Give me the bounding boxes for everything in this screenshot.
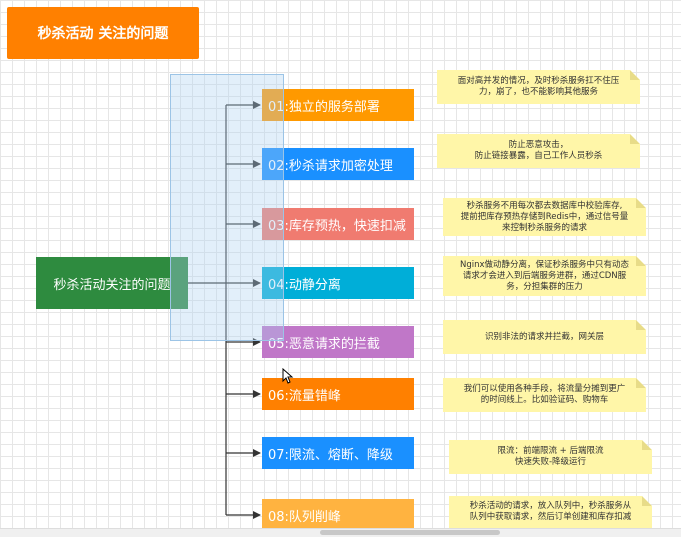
branch-label: 02:秒杀请求加密处理 — [268, 158, 393, 174]
scrollbar-thumb[interactable] — [320, 530, 500, 535]
note-line: 防止恶意攻击， — [508, 140, 569, 150]
note-8[interactable]: 秒杀活动的请求，放入队列中，秒杀服务从 队列中获取请求，然后订单创建和库存扣减 — [449, 496, 652, 528]
note-line: 快速失败-降级运行 — [514, 457, 587, 467]
note-line: 限流：前端限流 + 后端限流 — [497, 446, 604, 456]
note-7[interactable]: 限流：前端限流 + 后端限流 快速失败-降级运行 — [449, 440, 652, 474]
note-line: 秒杀活动的请求，放入队列中，秒杀服务从 — [469, 501, 632, 511]
note-line: 我们可以使用各种手段，将流量分摊到更广 — [463, 384, 626, 394]
branch-node-3[interactable]: 03:库存预热，快速扣减 — [262, 208, 414, 240]
branch-node-7[interactable]: 07:限流、熔断、降级 — [262, 437, 414, 469]
branch-label: 03:库存预热，快速扣减 — [268, 218, 406, 234]
branch-node-1[interactable]: 01:独立的服务部署 — [262, 89, 414, 121]
branch-label: 08:队列削峰 — [268, 509, 341, 525]
mouse-cursor-icon — [282, 368, 294, 384]
branch-label: 05:恶意请求的拦截 — [268, 336, 380, 352]
note-line: 识别非法的请求并拦截，网关层 — [484, 331, 604, 342]
note-line: 防止链接暴露，自己工作人员秒杀 — [474, 151, 603, 161]
branch-label: 07:限流、熔断、降级 — [268, 447, 393, 463]
note-line: Nginx做动静分离，保证秒杀服务中只有动态 — [459, 259, 630, 270]
note-line: 提前把库存预热存储到Redis中，通过信号量 — [460, 211, 629, 222]
branch-node-5[interactable]: 05:恶意请求的拦截 — [262, 326, 414, 358]
note-1[interactable]: 面对高并发的情况，及时秒杀服务扛不住压 力，崩了，也不能影响其他服务 — [437, 70, 640, 104]
note-line: 请求才会进入到后端服务进群，通过CDN服 — [462, 270, 627, 281]
branch-node-4[interactable]: 04:动静分离 — [262, 267, 414, 299]
note-line: 队列中获取请求，然后订单创建和库存扣减 — [469, 512, 632, 522]
center-node[interactable]: 秒杀活动关注的问题 — [36, 257, 188, 309]
note-line: 的时间线上。比如验证码、购物车 — [480, 395, 609, 405]
branch-node-8[interactable]: 08:队列削峰 — [262, 499, 414, 531]
branch-label: 01:独立的服务部署 — [268, 99, 380, 115]
branch-node-2[interactable]: 02:秒杀请求加密处理 — [262, 148, 414, 180]
note-line: 秒杀服务不用每次都去数据库中校验库存, — [466, 200, 623, 211]
note-4[interactable]: Nginx做动静分离，保证秒杀服务中只有动态 请求才会进入到后端服务进群，通过C… — [443, 256, 646, 296]
note-3[interactable]: 秒杀服务不用每次都去数据库中校验库存, 提前把库存预热存储到Redis中，通过信… — [443, 198, 646, 236]
note-5[interactable]: 识别非法的请求并拦截，网关层 — [443, 320, 646, 354]
note-line: 务，分担集群的压力 — [506, 281, 583, 292]
branch-label: 06:流量错峰 — [268, 388, 341, 404]
selection-rectangle — [170, 74, 284, 341]
note-line: 来控制秒杀服务的请求 — [501, 222, 587, 233]
note-2[interactable]: 防止恶意攻击， 防止链接暴露，自己工作人员秒杀 — [437, 134, 640, 168]
note-6[interactable]: 我们可以使用各种手段，将流量分摊到更广 的时间线上。比如验证码、购物车 — [443, 378, 646, 412]
note-line: 力，崩了，也不能影响其他服务 — [478, 87, 598, 97]
note-line: 面对高并发的情况，及时秒杀服务扛不住压 — [457, 76, 620, 86]
center-text: 秒杀活动关注的问题 — [53, 277, 171, 293]
